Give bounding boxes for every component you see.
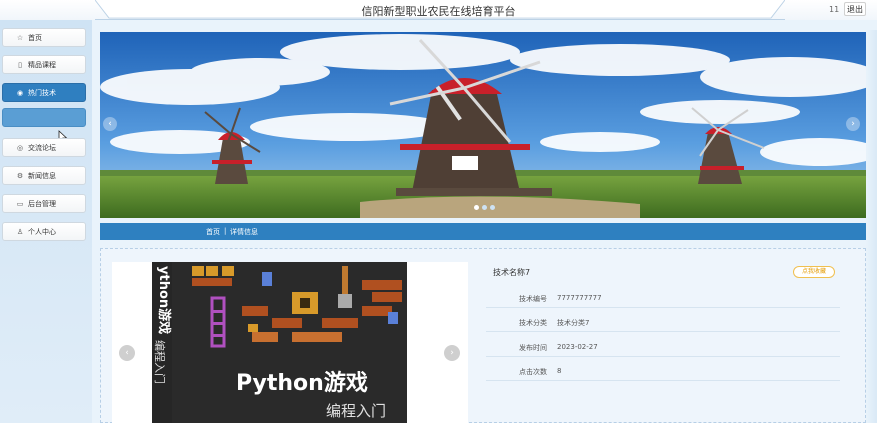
book-spine-subtitle: 编程入门 — [153, 340, 167, 384]
book-cover-subtitle: 编程入门 — [326, 402, 386, 420]
sidebar-item-label: 个人中心 — [28, 227, 56, 236]
sidebar-item-label: 首页 — [28, 33, 42, 42]
globe-icon: ◎ — [16, 143, 24, 152]
image-prev-arrow[interactable]: ‹ — [119, 345, 135, 361]
banner-next-arrow[interactable]: › — [846, 117, 860, 131]
detail-row: 技术分类 技术分类7 — [486, 314, 840, 332]
sidebar-item-label: 热门技术 — [28, 88, 56, 97]
detail-title: 技术名称7 — [493, 268, 531, 277]
sidebar-item-profile[interactable]: ♙ 个人中心 — [2, 222, 86, 241]
breadcrumb-separator: | — [224, 227, 227, 235]
detail-row: 技术编号 7777777777 — [486, 290, 840, 308]
field-label: 技术分类 — [519, 319, 547, 327]
gear-icon: ⚙ — [16, 171, 24, 180]
logout-button[interactable]: 退出 — [844, 2, 866, 16]
sidebar-item-label: 精品课程 — [28, 60, 56, 69]
bag-icon: ▯ — [18, 60, 22, 69]
field-label: 技术编号 — [519, 295, 547, 303]
banner-prev-arrow[interactable]: ‹ — [103, 117, 117, 131]
sidebar-item-home[interactable]: ☆ 首页 — [2, 28, 86, 47]
field-label: 点击次数 — [519, 368, 547, 376]
sidebar-item-courses[interactable]: ▯ 精品课程 — [2, 55, 86, 74]
carousel-dot[interactable] — [474, 205, 479, 210]
detail-row: 点击次数 8 — [486, 363, 840, 381]
user-icon: ♙ — [16, 227, 24, 236]
carousel-dot[interactable] — [490, 205, 495, 210]
star-icon: ☆ — [16, 33, 24, 42]
sidebar-item-forum[interactable]: ◎ 交流论坛 — [2, 138, 86, 157]
field-value: 技术分类7 — [557, 319, 590, 327]
breadcrumb-current: 详情信息 — [230, 228, 258, 236]
user-count: 11 — [829, 5, 840, 14]
image-next-arrow[interactable]: › — [444, 345, 460, 361]
sidebar-item-admin[interactable]: ▭ 后台管理 — [2, 194, 86, 213]
banner-image — [100, 32, 866, 218]
book-cover-image: ython游戏 编程入门 Python游戏 编程入门 — [152, 262, 407, 423]
field-value: 7777777777 — [557, 294, 602, 302]
book-cover-title: Python游戏 — [236, 370, 368, 396]
field-value: 8 — [557, 367, 562, 375]
sidebar-item-label: 新闻信息 — [28, 171, 56, 180]
screen-icon: ▭ — [16, 199, 24, 208]
sidebar-item-label: 交流论坛 — [28, 143, 56, 152]
breadcrumb: 首页 | 详情信息 — [100, 223, 866, 240]
book-spine-title: ython游戏 — [156, 266, 172, 334]
field-value: 2023-02-27 — [557, 343, 598, 351]
sidebar-item-label: 后台管理 — [28, 199, 56, 208]
detail-info: 技术名称7 点我收藏 技术编号 7777777777 技术分类 技术分类7 发布… — [482, 258, 844, 423]
page-edge — [866, 30, 877, 423]
sidebar-item-hot-tech[interactable]: ◉ 热门技术 — [2, 83, 86, 102]
carousel-dots — [474, 205, 495, 210]
favorite-button[interactable]: 点我收藏 — [793, 266, 835, 278]
top-header: 信阳新型职业农民在线培育平台 11 退出 — [0, 0, 877, 20]
field-label: 发布时间 — [519, 344, 547, 352]
carousel-dot[interactable] — [482, 205, 487, 210]
circle-icon: ◉ — [16, 88, 24, 97]
banner-carousel[interactable] — [100, 32, 866, 218]
detail-row: 发布时间 2023-02-27 — [486, 339, 840, 357]
breadcrumb-home[interactable]: 首页 — [206, 227, 220, 237]
sidebar-subitem[interactable] — [2, 108, 86, 127]
site-title: 信阳新型职业农民在线培育平台 — [361, 5, 516, 18]
sidebar-item-news[interactable]: ⚙ 新闻信息 — [2, 166, 86, 185]
